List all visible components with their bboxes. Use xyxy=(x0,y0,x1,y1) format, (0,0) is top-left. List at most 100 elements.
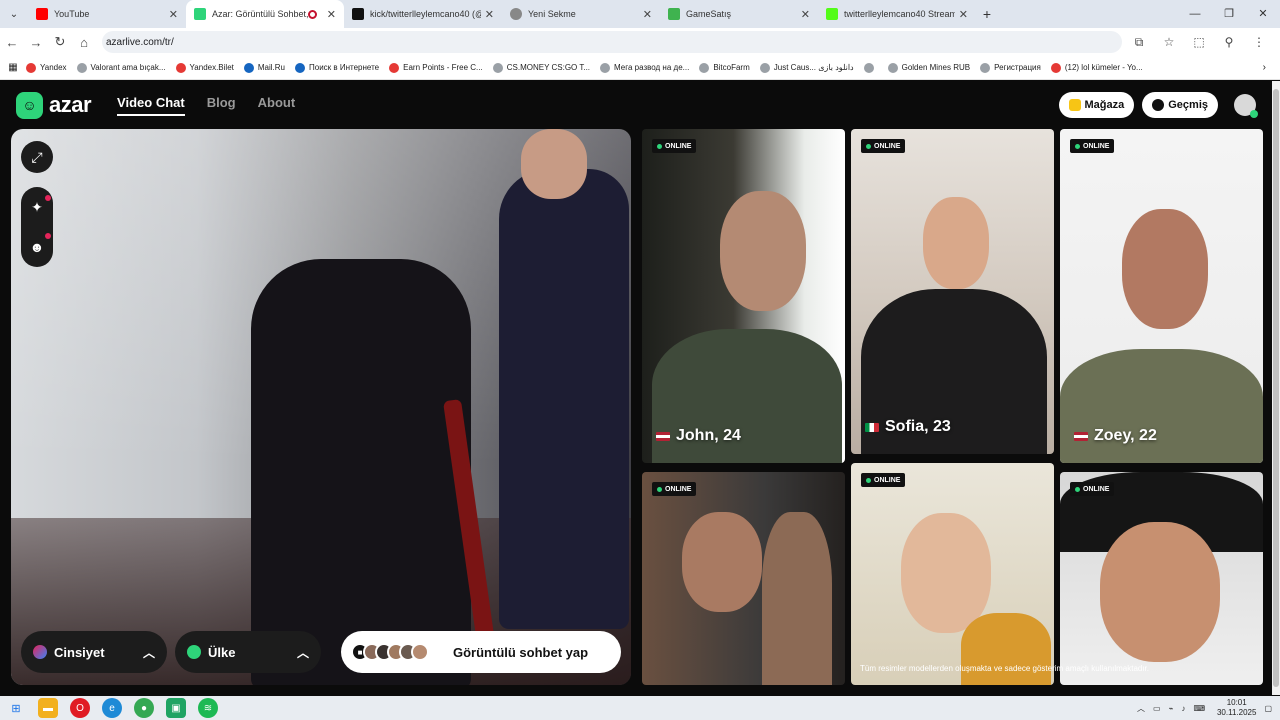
apps-grid-icon[interactable]: ▦ xyxy=(0,62,26,73)
tab-kick-stream[interactable]: twitterlleylemcano40 Stream - \ ✕ xyxy=(818,0,976,28)
face-filter-icon[interactable]: ☻ xyxy=(30,239,45,255)
bookmark-item[interactable]: Earn Points - Free C... xyxy=(389,62,483,73)
bookmark-item[interactable]: Mail.Ru xyxy=(243,62,285,73)
keyboard-icon[interactable]: ⌨ xyxy=(1193,704,1205,713)
new-tab-favicon-icon xyxy=(510,8,522,20)
tab-search-icon[interactable]: ⌄ xyxy=(0,0,28,28)
bookmark-item[interactable]: Yandex xyxy=(26,62,67,73)
network-icon[interactable]: ⌁ xyxy=(1169,704,1174,713)
online-badge: ONLINE xyxy=(1070,482,1115,496)
bookmark-item[interactable]: CS.MONEY CS:GO T... xyxy=(492,62,590,73)
extensions-icon[interactable]: ⬚ xyxy=(1184,35,1214,50)
bookmark-item[interactable]: Just Caus... دانلود بازی xyxy=(759,62,854,73)
tab-gamesatis[interactable]: GameSatış ✕ xyxy=(660,0,818,28)
it-flag-icon xyxy=(865,422,879,432)
bookmark-item[interactable]: Golden Mines RUB xyxy=(887,62,970,73)
online-badge: ONLINE xyxy=(652,482,697,496)
clock-time: 10:01 xyxy=(1226,698,1247,707)
home-icon[interactable]: ⌂ xyxy=(72,35,96,50)
history-button[interactable]: Geçmiş xyxy=(1142,92,1218,118)
bookmark-item[interactable] xyxy=(863,62,878,73)
restore-icon[interactable]: ❐ xyxy=(1212,0,1246,28)
page-scrollbar[interactable] xyxy=(1272,81,1280,695)
start-video-chat-button[interactable]: ■ Görüntülü sohbet yap xyxy=(341,631,621,673)
new-tab-button[interactable]: + xyxy=(976,6,998,22)
system-tray: ︿ ▭ ⌁ ♪ ⌨ 10:01 30.11.2025 ▢ xyxy=(1129,698,1280,718)
forward-icon[interactable]: → xyxy=(24,35,48,50)
tray-app-icon[interactable]: ▭ xyxy=(1153,704,1161,713)
close-tab-icon[interactable]: ✕ xyxy=(169,8,178,21)
close-tab-icon[interactable]: ✕ xyxy=(959,8,968,21)
nav-blog[interactable]: Blog xyxy=(207,95,236,116)
bookmark-item[interactable]: Мега развод на де... xyxy=(600,62,689,73)
bookmark-star-icon[interactable]: ☆ xyxy=(1154,35,1184,50)
scrollbar-thumb[interactable] xyxy=(1273,89,1279,687)
store-button[interactable]: Mağaza xyxy=(1058,92,1135,118)
disclaimer-text: Tüm resimler modellerden oluşmakta ve sa… xyxy=(860,664,1150,673)
app-icon[interactable]: ▣ xyxy=(166,698,186,718)
profile-card[interactable]: ONLINE xyxy=(1060,472,1263,685)
new-indicator xyxy=(45,233,51,239)
close-tab-icon[interactable]: ✕ xyxy=(485,8,494,21)
tab-azar[interactable]: Azar: Görüntülü Sohbet, Ye ✕ xyxy=(186,0,344,28)
chevron-up-icon: ︿ xyxy=(296,645,309,660)
expand-icon: ⤢ xyxy=(31,148,43,165)
camera-person xyxy=(499,169,629,629)
close-window-icon[interactable]: ✕ xyxy=(1246,0,1280,28)
reload-icon[interactable]: ↻ xyxy=(48,34,72,50)
azar-logo[interactable]: ☺ azar xyxy=(16,91,92,119)
bookmark-item[interactable]: (12) lol kümeler - Yo... xyxy=(1050,62,1143,73)
bookmark-item[interactable]: BitcoFarm xyxy=(699,62,750,73)
bookmark-item[interactable]: Поиск в Интернете xyxy=(295,62,379,73)
profile-card[interactable]: ONLINE John, 24 xyxy=(642,129,845,463)
close-tab-icon[interactable]: ✕ xyxy=(643,8,652,21)
profile-card[interactable]: ONLINE Sofia, 23 xyxy=(851,129,1054,454)
edge-icon[interactable]: e xyxy=(102,698,122,718)
notifications-icon[interactable]: ▢ xyxy=(1264,704,1272,713)
close-tab-icon[interactable]: ✕ xyxy=(327,8,336,21)
profile-card[interactable]: ONLINE xyxy=(642,472,845,685)
profile-card[interactable]: ONLINE xyxy=(851,463,1054,685)
profile-card[interactable]: ONLINE Zoey, 22 xyxy=(1060,129,1263,463)
profile-body xyxy=(1060,349,1263,463)
close-tab-icon[interactable]: ✕ xyxy=(801,8,810,21)
azar-logo-icon: ☺ xyxy=(16,91,43,119)
profile-name: Sofia, 23 xyxy=(865,418,951,436)
bookmark-item[interactable]: Valorant ama bıçak... xyxy=(76,62,166,73)
gender-filter-button[interactable]: Cinsiyet ︿ xyxy=(21,631,167,673)
back-icon[interactable]: ← xyxy=(0,35,24,50)
online-badge: ONLINE xyxy=(861,473,906,487)
tab-kick[interactable]: kick/twitterlleylemcano40 (@ey ✕ xyxy=(344,0,502,28)
spotify-icon[interactable]: ≋ xyxy=(198,698,218,718)
bookmark-item[interactable]: Регистрация xyxy=(980,62,1041,73)
more-bookmarks-icon[interactable]: › xyxy=(1263,62,1280,73)
tab-youtube[interactable]: YouTube ✕ xyxy=(28,0,186,28)
user-avatar-icon[interactable] xyxy=(1234,94,1258,118)
profile-icon[interactable]: ⚲ xyxy=(1214,35,1244,50)
clock[interactable]: 10:01 30.11.2025 xyxy=(1217,698,1256,718)
azar-page: ☺ azar Video Chat Blog About Mağaza Geçm… xyxy=(0,81,1272,695)
recording-icon xyxy=(307,9,317,19)
tab-new[interactable]: Yeni Sekme ✕ xyxy=(502,0,660,28)
browser-menu-icon[interactable]: ⋮ xyxy=(1244,35,1274,50)
chrome-icon[interactable]: ● xyxy=(134,698,154,718)
sparkle-effects-icon[interactable]: ✦ xyxy=(31,199,43,216)
minimize-icon[interactable]: — xyxy=(1178,0,1212,28)
nav-video-chat[interactable]: Video Chat xyxy=(117,95,185,116)
tray-chevron-icon[interactable]: ︿ xyxy=(1137,703,1145,714)
bookmark-item[interactable]: Yandex.Bilet xyxy=(175,62,234,73)
nav-about[interactable]: About xyxy=(258,95,296,116)
windows-start-icon[interactable]: ⊞ xyxy=(0,702,32,715)
fullscreen-button[interactable]: ⤢ xyxy=(21,141,53,173)
volume-icon[interactable]: ♪ xyxy=(1181,704,1185,713)
store-label: Mağaza xyxy=(1084,99,1125,111)
profile-face xyxy=(1122,209,1208,329)
opera-icon[interactable]: O xyxy=(70,698,90,718)
clock-date: 30.11.2025 xyxy=(1216,708,1257,717)
profile-body xyxy=(762,512,832,685)
cast-icon[interactable]: ⧉ xyxy=(1124,35,1154,50)
file-explorer-icon[interactable]: ▬ xyxy=(38,698,58,718)
gender-filter-label: Cinsiyet xyxy=(54,644,105,660)
address-field[interactable]: ◉ azarlive.com/tr/ xyxy=(0,31,1122,125)
country-filter-button[interactable]: Ülke ︿ xyxy=(175,631,321,673)
